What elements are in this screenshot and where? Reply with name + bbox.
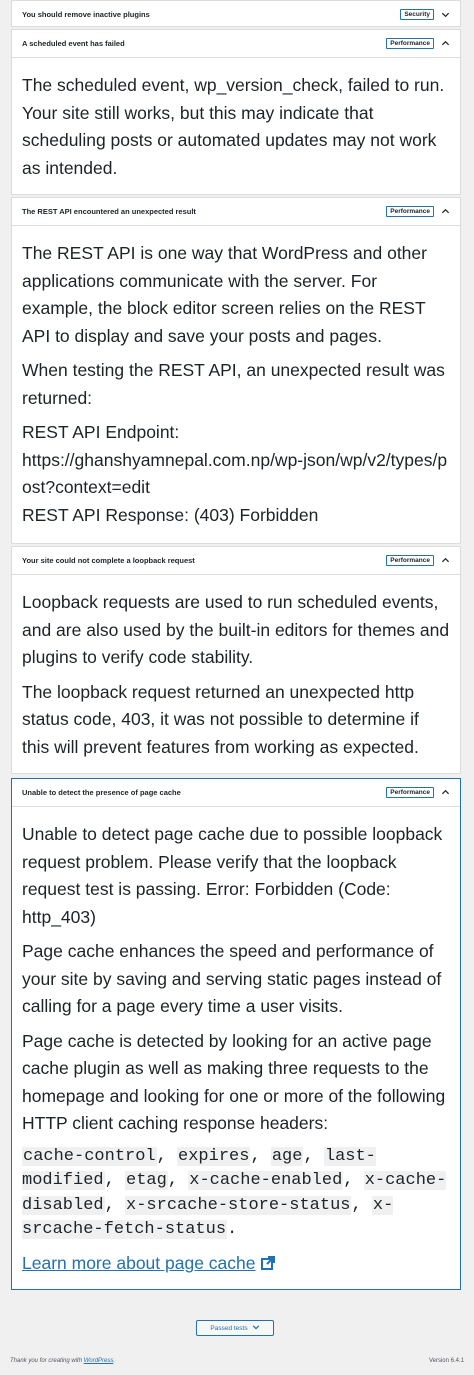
issue-description: The scheduled event, wp_version_check, f…	[12, 57, 460, 182]
description-paragraph: Page cache enhances the speed and perfor…	[22, 941, 442, 1016]
category-badge: Performance	[386, 787, 434, 798]
category-badge: Performance	[386, 206, 434, 217]
passed-tests-button[interactable]: Passed tests	[196, 1320, 274, 1336]
chevron-up-icon[interactable]	[440, 556, 450, 566]
description-paragraph: The REST API is one way that WordPress a…	[22, 243, 427, 346]
footer-version: Version 6.4.1	[428, 1358, 464, 1364]
endpoint-label: REST API Endpoint:	[22, 422, 180, 442]
footer-thanks-prefix: Thank you for creating with	[10, 1358, 84, 1364]
issue-description: Loopback requests are used to run schedu…	[12, 574, 460, 761]
learn-more-link[interactable]: Learn more about page cache	[22, 1253, 256, 1273]
issue-title: Unable to detect the presence of page ca…	[22, 788, 181, 797]
chevron-up-icon[interactable]	[440, 39, 450, 49]
category-badge: Performance	[386, 555, 434, 566]
issue-header[interactable]: Your site could not complete a loopback …	[12, 547, 460, 574]
header-code: x-srcache-store-status	[125, 1195, 352, 1215]
issue-inactive-plugins: You should remove inactive plugins Secur…	[11, 0, 461, 27]
header-code: etag	[125, 1171, 168, 1190]
issue-title: The REST API encountered an unexpected r…	[22, 207, 196, 216]
issue-page-cache: Unable to detect the presence of page ca…	[11, 778, 461, 1290]
description-paragraph: Unable to detect page cache due to possi…	[22, 824, 443, 927]
passed-tests-label: Passed tests	[210, 1324, 248, 1332]
issue-description: Unable to detect page cache due to possi…	[12, 806, 460, 1279]
footer-thanks-suffix: .	[113, 1358, 116, 1364]
external-link-icon[interactable]	[260, 1252, 276, 1280]
description-paragraph: Loopback requests are used to run schedu…	[22, 592, 450, 667]
category-badge: Performance	[386, 38, 434, 49]
issue-header[interactable]: You should remove inactive plugins Secur…	[12, 1, 460, 28]
issue-rest-api: The REST API encountered an unexpected r…	[11, 197, 461, 544]
issue-title: Your site could not complete a loopback …	[22, 556, 195, 565]
issue-header[interactable]: The REST API encountered an unexpected r…	[12, 198, 460, 225]
learn-more-row: Learn more about page cache	[22, 1250, 450, 1280]
description-paragraph: Page cache is detected by looking for an…	[22, 1030, 446, 1134]
issue-header[interactable]: A scheduled event has failed Performance	[12, 30, 460, 57]
footer-thanks: Thank you for creating with WordPress.	[10, 1358, 115, 1364]
wordpress-link[interactable]: WordPress	[84, 1358, 114, 1364]
chevron-down-icon	[252, 1323, 260, 1333]
header-code: age	[270, 1146, 304, 1166]
description-paragraph: The loopback request returned an unexpec…	[22, 681, 419, 757]
endpoint-url: https://ghanshyamnepal.com.np/wp-json/wp…	[22, 449, 448, 498]
api-response: REST API Response: (403) Forbidden	[22, 504, 319, 525]
header-code: expires	[177, 1146, 251, 1166]
chevron-up-icon[interactable]	[440, 788, 450, 798]
chevron-down-icon[interactable]	[440, 10, 450, 20]
issue-header[interactable]: Unable to detect the presence of page ca…	[12, 779, 460, 806]
issue-loopback-request: Your site could not complete a loopback …	[11, 546, 461, 774]
description-paragraph: When testing the REST API, an unexpected…	[22, 360, 445, 408]
description-paragraph: The scheduled event, wp_version_check, f…	[22, 75, 445, 178]
cache-headers-list: cache-control, expires, age, last-modifi…	[22, 1146, 447, 1239]
chevron-up-icon[interactable]	[440, 207, 450, 217]
issue-title: You should remove inactive plugins	[22, 10, 150, 19]
issue-description: The REST API is one way that WordPress a…	[12, 225, 460, 529]
header-code: cache-control	[22, 1146, 157, 1166]
issue-scheduled-event: A scheduled event has failed Performance…	[11, 29, 461, 195]
endpoint-block: REST API Endpoint: https://ghanshyamnepa…	[22, 419, 450, 529]
category-badge: Security	[400, 9, 434, 20]
header-code: x-cache-enabled	[188, 1171, 344, 1190]
issue-title: A scheduled event has failed	[22, 39, 125, 48]
